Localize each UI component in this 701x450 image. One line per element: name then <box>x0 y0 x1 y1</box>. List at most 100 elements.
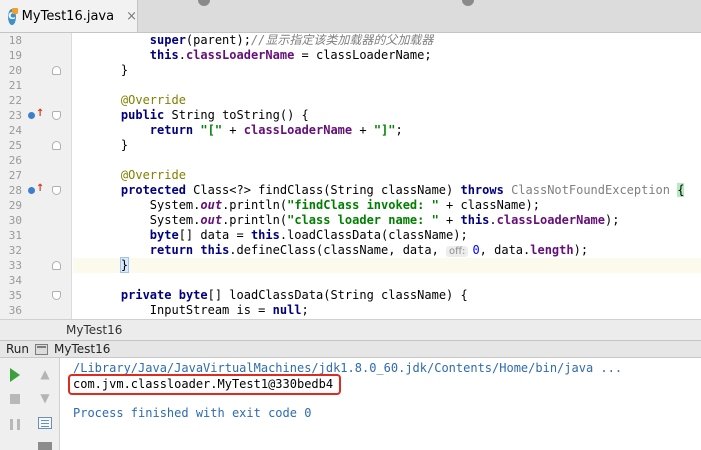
editor-tab-bar: C MyTest16.java × <box>0 0 701 33</box>
fold-start-icon[interactable] <box>52 186 61 195</box>
line-number: 19 <box>8 49 22 62</box>
keyword: this <box>460 213 490 227</box>
line-number: 36 <box>8 304 22 317</box>
tab-mytest16-java[interactable]: C MyTest16.java × <box>0 0 138 32</box>
partial-tab-icon <box>462 0 474 6</box>
run-toolbar: ▲ ▼ <box>0 358 60 450</box>
line-number: 33 <box>8 259 22 272</box>
code-text: InputStream is = <box>149 303 273 317</box>
code-line-36: InputStream is = null; <box>73 303 701 318</box>
code-text: . <box>489 213 497 227</box>
override-method-icon[interactable]: ↑ <box>28 184 44 196</box>
keyword: this <box>250 228 280 242</box>
line-number: 34 <box>8 274 22 287</box>
play-icon <box>10 368 20 382</box>
override-arrow-icon: ↑ <box>36 108 45 119</box>
code-line-18: super(parent);//显示指定该类加载器的父加载器 <box>73 33 701 48</box>
field-ref: length <box>530 243 574 257</box>
matched-brace: } <box>119 257 130 273</box>
fold-start-icon[interactable] <box>52 291 61 300</box>
fold-end-icon[interactable] <box>52 261 61 270</box>
run-config-tab[interactable]: MyTest16 <box>54 342 110 356</box>
breadcrumb-class-name[interactable]: MyTest16 <box>66 323 122 337</box>
pause-output-button[interactable] <box>6 415 24 433</box>
code-line-22: @Override <box>73 93 701 108</box>
pause-icon <box>10 418 20 430</box>
code-line-27: @Override <box>73 168 701 183</box>
previous-occurrence-button[interactable]: ▲ <box>36 365 54 383</box>
line-number: 21 <box>8 79 22 92</box>
line-number: 23 <box>8 109 22 122</box>
code-text: .println( <box>222 198 288 212</box>
breadcrumb[interactable]: MyTest16 <box>0 319 701 341</box>
keyword: protected <box>120 183 186 197</box>
line-number: 30 <box>8 214 22 227</box>
code-text: ; <box>301 303 309 317</box>
line-number: 31 <box>8 229 22 242</box>
parameter-hint: off: <box>446 246 469 257</box>
scroll-end-icon <box>38 442 52 450</box>
code-line-19: this.classLoaderName = classLoaderName; <box>73 48 701 63</box>
console-output[interactable]: /Library/Java/JavaVirtualMachines/jdk1.8… <box>61 358 701 450</box>
tab-label: MyTest16.java <box>21 9 115 24</box>
override-dot-icon <box>28 112 35 119</box>
code-line-28: protected Class<?> findClass(String clas… <box>73 183 701 198</box>
code-line-33-current: } <box>73 257 701 273</box>
keyword: byte <box>149 228 179 242</box>
fold-start-icon[interactable] <box>52 111 61 120</box>
console-icon <box>35 343 49 355</box>
line-number: 32 <box>8 244 22 257</box>
annotation: @Override <box>120 168 186 182</box>
stop-button[interactable] <box>6 390 24 408</box>
keyword: throws <box>460 183 504 197</box>
run-tool-window-header: Run MyTest16 <box>0 341 701 358</box>
console-exit-line: Process finished with exit code 0 <box>73 406 312 420</box>
keyword: this <box>149 48 179 62</box>
next-occurrence-button[interactable]: ▼ <box>36 389 54 407</box>
line-number: 27 <box>8 169 22 182</box>
keyword: return <box>149 243 194 257</box>
fold-end-icon[interactable] <box>52 66 61 75</box>
code-text: } <box>120 63 129 77</box>
java-class-icon: C <box>8 7 18 25</box>
line-number: 20 <box>8 64 22 77</box>
number-literal: 0 <box>472 243 480 257</box>
code-line-31: byte[] data = this.loadClassData(classNa… <box>73 228 701 243</box>
keyword: null <box>272 303 302 317</box>
code-area[interactable]: super(parent);//显示指定该类加载器的父加载器 this.clas… <box>73 33 701 319</box>
code-text: [] data = <box>178 228 251 242</box>
line-number: 35 <box>8 289 22 302</box>
keyword: public <box>120 108 165 122</box>
keyword: super <box>149 33 186 47</box>
rerun-button[interactable] <box>6 366 24 384</box>
code-text: ); <box>573 243 589 257</box>
matched-brace: { <box>677 183 685 197</box>
code-editor[interactable]: 18 19 20 21 22 23 24 25 26 27 28 29 30 3… <box>0 33 701 319</box>
line-number: 18 <box>8 34 22 47</box>
code-text: = classLoaderName; <box>294 48 432 62</box>
code-text: + className); <box>438 198 540 212</box>
line-number: 28 <box>8 184 22 197</box>
code-text: (parent); <box>185 33 251 47</box>
code-text: [] loadClassData(String className) { <box>207 288 468 302</box>
code-text: .loadClassData(className); <box>279 228 468 242</box>
scroll-to-end-button[interactable] <box>36 437 54 450</box>
close-icon[interactable]: × <box>126 9 137 24</box>
code-text: ; <box>395 123 403 137</box>
code-line-32: return this.defineClass(className, data,… <box>73 243 701 258</box>
arrow-up-icon: ▲ <box>40 367 50 381</box>
keyword: byte <box>178 288 208 302</box>
line-number: 24 <box>8 124 22 137</box>
string-literal: "class loader name: " <box>287 213 439 227</box>
fold-end-icon[interactable] <box>52 141 61 150</box>
static-field-ref: out <box>200 198 223 212</box>
exception-type: ClassNotFoundException <box>503 183 671 197</box>
code-text: .println( <box>222 213 288 227</box>
field-ref: classLoaderName <box>496 213 606 227</box>
soft-wrap-button[interactable] <box>36 414 54 432</box>
code-text: + <box>222 123 244 137</box>
override-method-icon[interactable]: ↑ <box>28 108 45 121</box>
